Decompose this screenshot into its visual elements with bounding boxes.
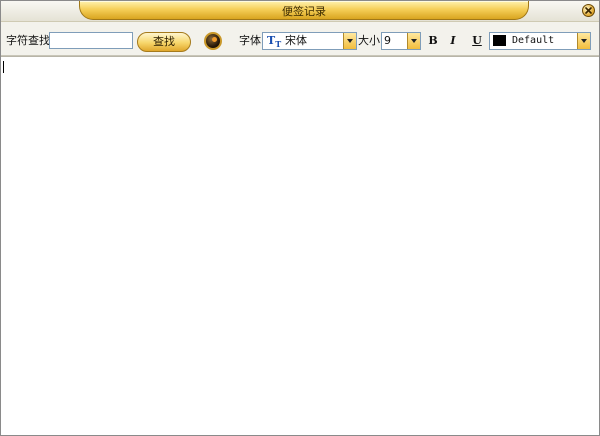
sticky-note-window: 便签记录 字符查找 查找 字体 TT 宋体 大小 9 B I U Default bbox=[0, 0, 600, 436]
color-orb-icon[interactable] bbox=[204, 32, 222, 50]
italic-button[interactable]: I bbox=[447, 34, 459, 48]
close-icon bbox=[585, 7, 592, 14]
truetype-font-icon: TT bbox=[267, 34, 282, 50]
title-tab: 便签记录 bbox=[79, 1, 529, 20]
note-editor[interactable] bbox=[1, 56, 599, 435]
size-select[interactable]: 9 bbox=[381, 32, 421, 50]
color-select-value: Default bbox=[512, 35, 555, 46]
window-title: 便签记录 bbox=[282, 5, 326, 18]
color-swatch bbox=[493, 35, 506, 46]
color-dropdown-arrow-icon[interactable] bbox=[577, 33, 590, 49]
find-button[interactable]: 查找 bbox=[137, 32, 191, 52]
font-select-value: 宋体 bbox=[285, 34, 307, 47]
font-label: 字体 bbox=[239, 34, 261, 47]
text-caret bbox=[3, 61, 4, 73]
underline-button[interactable]: U bbox=[471, 34, 483, 48]
size-select-value: 9 bbox=[384, 34, 391, 47]
search-input[interactable] bbox=[49, 32, 133, 49]
color-select[interactable]: Default bbox=[489, 32, 591, 50]
title-bar[interactable]: 便签记录 bbox=[1, 1, 599, 22]
close-button[interactable] bbox=[582, 4, 595, 17]
font-dropdown-arrow-icon[interactable] bbox=[343, 33, 356, 49]
size-label: 大小 bbox=[358, 34, 380, 47]
bold-button[interactable]: B bbox=[427, 34, 439, 48]
toolbar: 字符查找 查找 字体 TT 宋体 大小 9 B I U Default bbox=[1, 22, 599, 56]
search-label: 字符查找 bbox=[6, 34, 50, 47]
font-select[interactable]: TT 宋体 bbox=[262, 32, 357, 50]
size-dropdown-arrow-icon[interactable] bbox=[407, 33, 420, 49]
